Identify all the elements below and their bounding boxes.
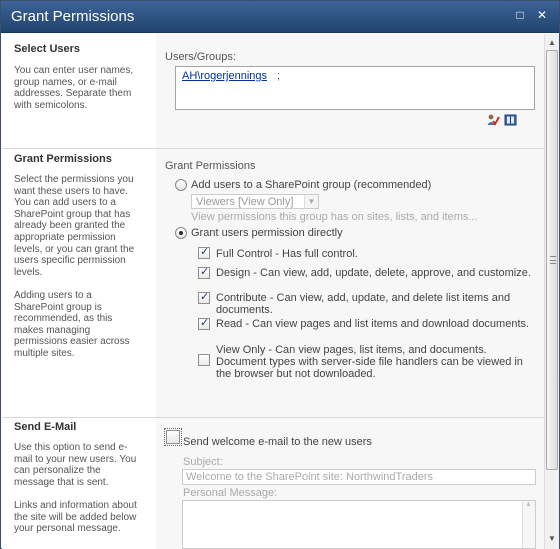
- add-to-group-radio[interactable]: [175, 179, 187, 191]
- subject-value: Welcome to the SharePoint site: Northwin…: [186, 471, 434, 483]
- select-users-heading: Select Users: [14, 43, 81, 55]
- grip-icon: [550, 256, 556, 264]
- select-users-description: You can enter user names, group names, o…: [14, 65, 134, 111]
- send-email-description: Use this option to send e-mail to your n…: [14, 442, 137, 488]
- close-icon[interactable]: ✕: [535, 8, 549, 22]
- grant-permissions-description: Select the permissions you want these us…: [14, 174, 135, 278]
- scrollbar-thumb[interactable]: [546, 50, 558, 470]
- send-email-note: Links and information about the site wil…: [14, 500, 137, 535]
- address-book-icon[interactable]: [504, 114, 517, 126]
- chevron-down-icon: ▼: [304, 195, 318, 208]
- design-label: Design - Can view, add, update, delete, …: [216, 267, 531, 279]
- maximize-icon[interactable]: □: [513, 8, 527, 22]
- group-permissions-hint: View permissions this group has on sites…: [191, 211, 478, 223]
- send-email-section: Send E-Mail Use this option to send e-ma…: [2, 418, 544, 549]
- scroll-down-arrow-icon[interactable]: ▼: [545, 532, 559, 546]
- send-email-heading: Send E-Mail: [14, 421, 77, 433]
- dialog-scrollbar[interactable]: ▲ ▼: [544, 34, 559, 549]
- users-groups-label: Users/Groups:: [165, 51, 236, 63]
- users-groups-input[interactable]: AH\rogerjennings ;: [175, 66, 535, 110]
- design-checkbox[interactable]: [198, 265, 210, 279]
- read-checkbox[interactable]: [198, 316, 210, 330]
- user-separator: ;: [277, 70, 281, 82]
- view-only-label: View Only - Can view pages, list items, …: [216, 344, 523, 380]
- personal-message-label: Personal Message:: [183, 487, 278, 499]
- resolved-user-link[interactable]: AH\rogerjennings: [182, 70, 267, 82]
- select-users-section: Select Users You can enter user names, g…: [2, 34, 544, 148]
- group-select[interactable]: Viewers [View Only] ▼: [191, 194, 319, 209]
- contribute-label: Contribute - Can view, add, update, and …: [216, 292, 511, 316]
- title-bar: Grant Permissions □ ✕: [1, 1, 559, 33]
- subject-label: Subject:: [183, 456, 223, 468]
- grant-permissions-section: Grant Permissions Select the permissions…: [2, 149, 544, 417]
- contribute-checkbox[interactable]: [198, 290, 210, 304]
- view-only-checkbox[interactable]: [198, 354, 210, 366]
- grant-directly-label[interactable]: Grant users permission directly: [191, 227, 343, 239]
- send-welcome-email-label[interactable]: Send welcome e-mail to the new users: [183, 436, 372, 448]
- read-label: Read - Can view pages and list items and…: [216, 318, 530, 330]
- message-scrollbar[interactable]: ▲: [522, 501, 535, 548]
- group-select-value: Viewers [View Only]: [196, 196, 294, 208]
- grant-permissions-dialog: Grant Permissions □ ✕ Select Users You c…: [0, 0, 560, 549]
- grant-directly-radio[interactable]: [175, 227, 187, 239]
- full-control-label: Full Control - Has full control.: [216, 248, 358, 260]
- full-control-checkbox[interactable]: [198, 245, 210, 259]
- add-to-group-label[interactable]: Add users to a SharePoint group (recomme…: [191, 179, 431, 191]
- personal-message-textarea[interactable]: ▲: [182, 500, 536, 549]
- scroll-up-arrow-icon[interactable]: ▲: [525, 501, 532, 508]
- subject-input[interactable]: Welcome to the SharePoint site: Northwin…: [182, 469, 536, 485]
- grant-permissions-label: Grant Permissions: [165, 160, 256, 172]
- scroll-up-arrow-icon[interactable]: ▲: [545, 36, 559, 50]
- dialog-content: Select Users You can enter user names, g…: [2, 34, 544, 549]
- check-names-icon[interactable]: [487, 114, 500, 126]
- grant-permissions-heading: Grant Permissions: [14, 153, 112, 165]
- grant-permissions-recommendation: Adding users to a SharePoint group is re…: [14, 290, 130, 359]
- send-welcome-email-checkbox[interactable]: [164, 428, 182, 446]
- dialog-title: Grant Permissions: [11, 8, 135, 25]
